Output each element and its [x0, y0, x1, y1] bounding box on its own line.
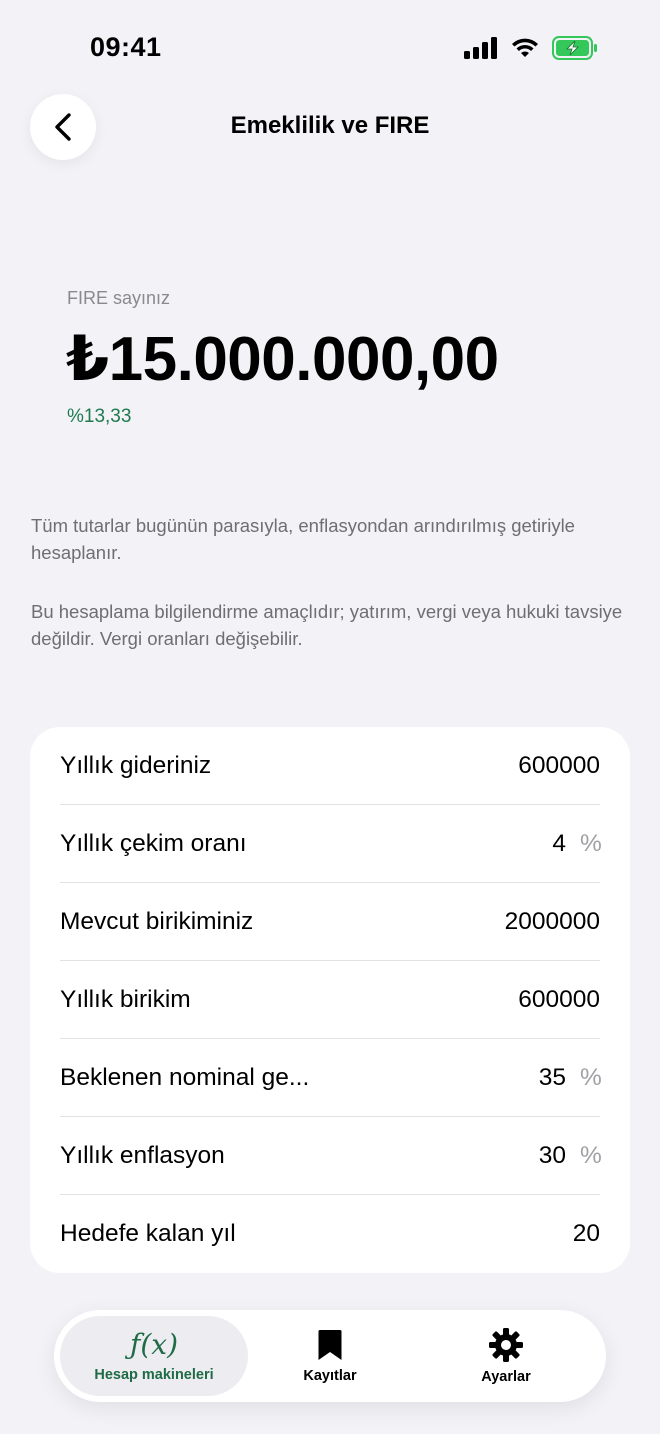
tab-calculators[interactable]: ƒ(x) Hesap makineleri	[60, 1316, 248, 1396]
field-annual-savings[interactable]: Yıllık birikim 600000	[60, 961, 600, 1039]
tab-records[interactable]: Kayıtlar	[240, 1316, 420, 1396]
field-value[interactable]: 20	[573, 1220, 600, 1248]
status-bar: 09:41	[0, 0, 660, 96]
input-form-card: Yıllık gideriniz 600000 Yıllık çekim ora…	[30, 727, 630, 1273]
fire-number-value: ₺15.000.000,00	[66, 325, 499, 394]
field-expected-nominal-return[interactable]: Beklenen nominal ge... 35 %	[60, 1039, 602, 1117]
info-note-inflation: Tüm tutarlar bugünün parasıyla, enflasyo…	[31, 515, 575, 563]
field-withdrawal-rate[interactable]: Yıllık çekim oranı 4 %	[60, 805, 602, 883]
fire-number-label: FIRE sayınız	[67, 288, 171, 308]
battery-charging-icon	[552, 36, 597, 60]
status-icons	[464, 36, 598, 60]
field-value[interactable]: 35	[539, 1064, 566, 1092]
cellular-signal-icon	[464, 37, 497, 59]
field-value[interactable]: 4	[552, 830, 566, 858]
navigation-bar: Emeklilik ve FIRE	[0, 92, 660, 162]
field-value[interactable]: 30	[539, 1142, 566, 1170]
field-value[interactable]: 600000	[518, 986, 600, 1014]
page-title: Emeklilik ve FIRE	[230, 112, 430, 139]
tab-settings[interactable]: Ayarlar	[416, 1316, 596, 1396]
field-label: Yıllık gideriniz	[60, 752, 212, 779]
field-years-to-goal[interactable]: Hedefe kalan yıl 20	[60, 1195, 600, 1273]
field-label: Yıllık enflasyon	[60, 1142, 225, 1169]
field-annual-inflation[interactable]: Yıllık enflasyon 30 %	[60, 1117, 602, 1195]
tab-label: Ayarlar	[481, 1369, 531, 1385]
gear-icon	[489, 1328, 523, 1362]
field-label: Beklenen nominal ge...	[60, 1064, 310, 1091]
tab-label: Hesap makineleri	[94, 1367, 214, 1383]
status-time: 09:41	[90, 32, 162, 62]
percent-unit: %	[580, 1064, 602, 1091]
fire-rate: %13,33	[67, 406, 132, 427]
info-note-disclaimer: Bu hesaplama bilgilendirme amaçlıdır; ya…	[31, 601, 623, 649]
percent-unit: %	[580, 1142, 602, 1169]
tab-label: Kayıtlar	[303, 1368, 357, 1384]
field-current-savings[interactable]: Mevcut birikiminiz 2000000	[60, 883, 600, 961]
field-label: Yıllık birikim	[60, 986, 191, 1013]
field-annual-expense[interactable]: Yıllık gideriniz 600000	[60, 727, 600, 805]
field-label: Hedefe kalan yıl	[60, 1220, 236, 1247]
wifi-icon	[512, 38, 538, 57]
field-label: Yıllık çekim oranı	[60, 830, 247, 857]
field-label: Mevcut birikiminiz	[60, 908, 254, 935]
tab-bar: ƒ(x) Hesap makineleri Kayıtlar Ayarlar	[54, 1310, 606, 1402]
function-icon: ƒ(x)	[129, 1328, 178, 1361]
percent-unit: %	[580, 830, 602, 857]
field-value[interactable]: 2000000	[505, 908, 600, 936]
field-value[interactable]: 600000	[518, 752, 600, 780]
bookmark-icon	[318, 1330, 342, 1360]
